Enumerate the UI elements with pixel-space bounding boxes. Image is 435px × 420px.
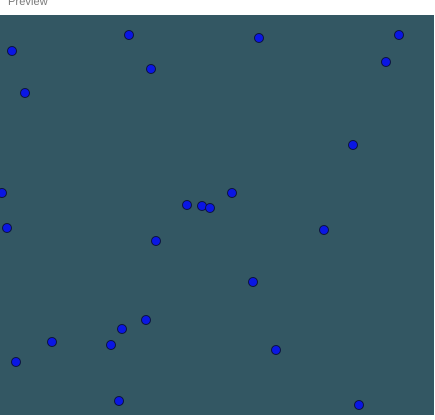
- bottom-strip: [0, 415, 435, 420]
- window-title: Preview: [8, 0, 48, 8]
- ball: [319, 225, 329, 235]
- ball: [394, 30, 404, 40]
- ball: [146, 64, 156, 74]
- ball: [182, 200, 192, 210]
- ball: [151, 236, 161, 246]
- ball-layer: [0, 30, 404, 410]
- ball: [2, 223, 12, 233]
- ball: [20, 88, 30, 98]
- ball: [7, 46, 17, 56]
- ball: [227, 188, 237, 198]
- ball: [348, 140, 358, 150]
- ball: [47, 337, 57, 347]
- ball: [205, 203, 215, 213]
- preview-window: Preview: [0, 0, 435, 420]
- preview-canvas[interactable]: [0, 15, 434, 415]
- ball: [381, 57, 391, 67]
- title-bar: Preview: [0, 0, 435, 15]
- ball: [114, 396, 124, 406]
- ball: [106, 340, 116, 350]
- ball: [271, 345, 281, 355]
- ball: [354, 400, 364, 410]
- ball: [254, 33, 264, 43]
- ball: [117, 324, 127, 334]
- ball: [124, 30, 134, 40]
- ball: [0, 188, 7, 198]
- ball: [141, 315, 151, 325]
- ball: [11, 357, 21, 367]
- ball: [248, 277, 258, 287]
